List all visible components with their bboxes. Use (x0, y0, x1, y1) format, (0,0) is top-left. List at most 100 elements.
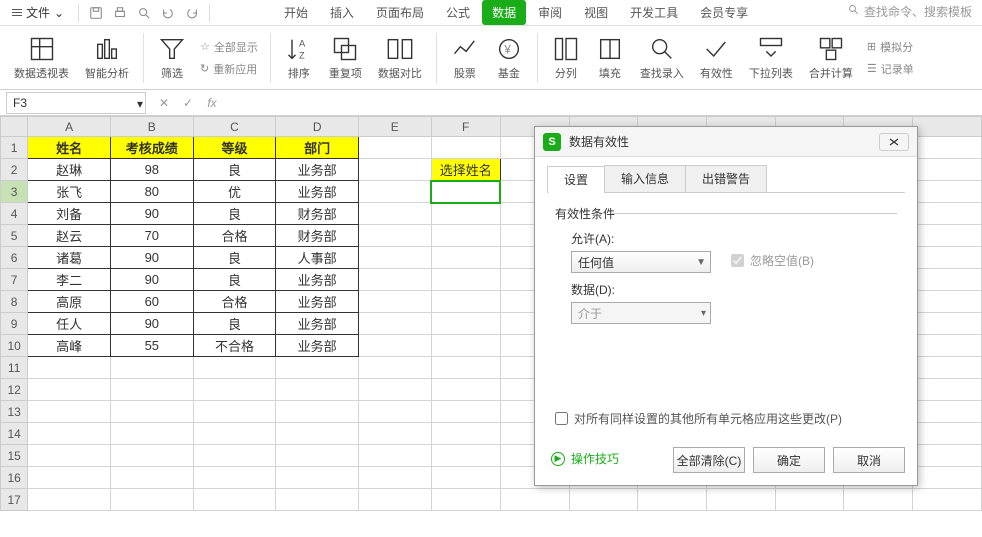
cell[interactable] (431, 247, 500, 269)
cell[interactable] (913, 357, 982, 379)
col-header-F[interactable]: F (431, 117, 500, 137)
pivot-button[interactable]: 数据透视表 (8, 33, 75, 83)
cell[interactable] (28, 467, 111, 489)
cell[interactable]: 业务部 (276, 335, 359, 357)
cell[interactable] (913, 137, 982, 159)
cell[interactable] (913, 467, 982, 489)
fx-icon[interactable]: fx (202, 93, 222, 113)
cell[interactable] (500, 489, 569, 511)
tab-insert[interactable]: 插入 (320, 0, 364, 25)
cell[interactable] (913, 203, 982, 225)
cell[interactable] (913, 291, 982, 313)
cell[interactable]: 等级 (193, 137, 276, 159)
row-header[interactable]: 14 (1, 423, 28, 445)
cell[interactable]: 90 (110, 313, 193, 335)
cell[interactable] (110, 423, 193, 445)
checkbox[interactable] (555, 412, 568, 425)
cell[interactable] (358, 159, 431, 181)
subtotal-button[interactable]: 分列 (546, 33, 586, 83)
cell[interactable] (276, 379, 359, 401)
cell[interactable] (358, 335, 431, 357)
cell[interactable]: 不合格 (193, 335, 276, 357)
cell[interactable] (431, 379, 500, 401)
validation-button[interactable]: 有效性 (694, 33, 739, 83)
cell[interactable]: 赵琳 (28, 159, 111, 181)
select-all-corner[interactable] (1, 117, 28, 137)
cell[interactable] (431, 291, 500, 313)
name-box[interactable]: F3 ▾ (6, 92, 146, 114)
cell[interactable] (431, 357, 500, 379)
tab-dev[interactable]: 开发工具 (620, 0, 688, 25)
tab-formula[interactable]: 公式 (436, 0, 480, 25)
cell[interactable] (110, 489, 193, 511)
cell[interactable] (431, 335, 500, 357)
cell[interactable]: 任人 (28, 313, 111, 335)
tab-layout[interactable]: 页面布局 (366, 0, 434, 25)
cell[interactable] (110, 401, 193, 423)
cell[interactable] (431, 137, 500, 159)
cell[interactable] (193, 467, 276, 489)
col-header-B[interactable]: B (110, 117, 193, 137)
cell[interactable] (110, 357, 193, 379)
cell[interactable] (431, 423, 500, 445)
cell[interactable] (358, 313, 431, 335)
row-header[interactable]: 11 (1, 357, 28, 379)
cell[interactable]: 财务部 (276, 225, 359, 247)
cell[interactable] (358, 489, 431, 511)
row-header[interactable]: 12 (1, 379, 28, 401)
cell[interactable]: 80 (110, 181, 193, 203)
row-header[interactable]: 9 (1, 313, 28, 335)
cell[interactable] (913, 181, 982, 203)
cell[interactable] (193, 357, 276, 379)
cell[interactable] (913, 379, 982, 401)
row-header[interactable]: 1 (1, 137, 28, 159)
cell[interactable] (28, 489, 111, 511)
print-icon[interactable] (109, 2, 131, 24)
smart-button[interactable]: 智能分析 (79, 33, 135, 83)
tab-start[interactable]: 开始 (274, 0, 318, 25)
search-box[interactable]: 查找命令、搜索模板 (848, 3, 972, 20)
cell[interactable] (276, 489, 359, 511)
cell[interactable] (276, 357, 359, 379)
tab-member[interactable]: 会员专享 (690, 0, 758, 25)
cell[interactable] (358, 379, 431, 401)
cell[interactable] (431, 401, 500, 423)
row-header[interactable]: 3 (1, 181, 28, 203)
cell[interactable] (913, 225, 982, 247)
tab-view[interactable]: 视图 (574, 0, 618, 25)
col-header[interactable] (913, 117, 982, 137)
cell[interactable] (913, 159, 982, 181)
cell[interactable] (358, 137, 431, 159)
row-header[interactable]: 4 (1, 203, 28, 225)
tips-link[interactable]: ▶ 操作技巧 (551, 450, 619, 467)
cell[interactable] (276, 445, 359, 467)
tab-review[interactable]: 审阅 (528, 0, 572, 25)
cell[interactable]: 90 (110, 247, 193, 269)
col-header-E[interactable]: E (358, 117, 431, 137)
cell[interactable]: 良 (193, 203, 276, 225)
row-header[interactable]: 7 (1, 269, 28, 291)
ignore-blank-checkbox[interactable]: 忽略空值(B) (731, 252, 814, 269)
simulate-button[interactable]: ⊞模拟分 (863, 37, 918, 57)
cell[interactable] (431, 203, 500, 225)
row-header[interactable]: 6 (1, 247, 28, 269)
cell[interactable] (358, 269, 431, 291)
cell[interactable] (358, 467, 431, 489)
tab-data[interactable]: 数据 (482, 0, 526, 25)
tab-settings[interactable]: 设置 (547, 166, 605, 193)
cell[interactable] (193, 423, 276, 445)
redo-icon[interactable] (181, 2, 203, 24)
formula-input[interactable] (222, 92, 982, 114)
cell[interactable] (431, 467, 500, 489)
cell-select-label[interactable]: 选择姓名 (431, 159, 500, 181)
cell[interactable] (913, 489, 982, 511)
cell[interactable]: 高峰 (28, 335, 111, 357)
apply-same-checkbox[interactable]: 对所有同样设置的其他所有单元格应用这些更改(P) (555, 410, 842, 427)
filter-button[interactable]: 筛选 (152, 33, 192, 83)
cell[interactable] (28, 401, 111, 423)
cell[interactable]: 赵云 (28, 225, 111, 247)
cell[interactable] (276, 401, 359, 423)
row-header[interactable]: 13 (1, 401, 28, 423)
cell[interactable]: 优 (193, 181, 276, 203)
tab-error-alert[interactable]: 出错警告 (685, 165, 767, 192)
